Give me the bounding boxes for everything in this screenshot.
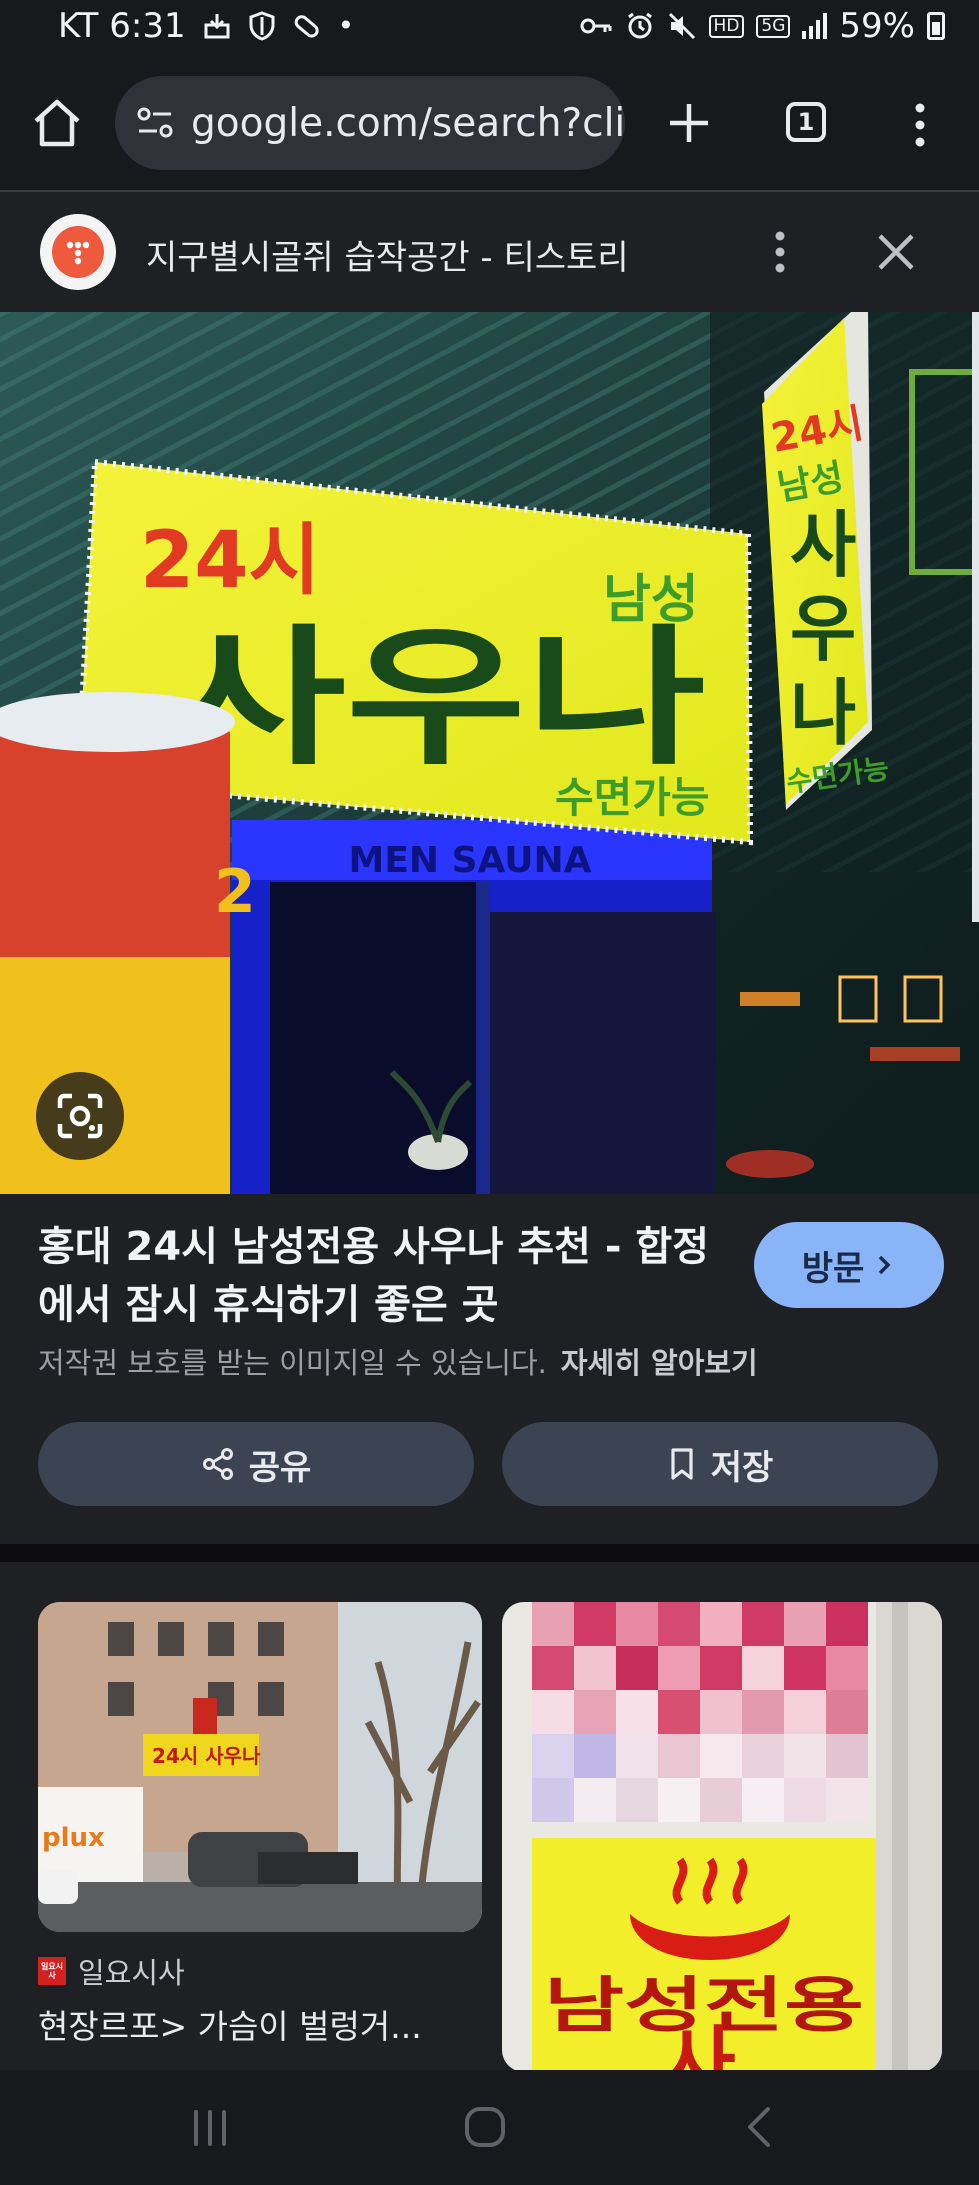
mute-icon [668,12,695,40]
bookmark-icon [671,1448,693,1480]
recent-apps-icon[interactable] [188,2106,232,2150]
battery-icon [927,12,945,40]
url-text[interactable]: google.com/search?clie [191,101,625,146]
page-info-icon[interactable] [135,103,175,143]
svg-text:24시 사우나: 24시 사우나 [152,1744,261,1768]
home-nav-icon[interactable] [462,2104,508,2150]
svg-text:사우나: 사우나 [166,612,706,786]
shield-icon [249,11,275,41]
5g-badge: 5G [756,14,791,38]
save-button[interactable]: 저장 [502,1422,938,1506]
site-title: 지구별시골쥐 습작공간 - 티스토리 [146,238,629,278]
preview-image[interactable]: MEN SAUNA 24시 남성 사우나 수면가능 24시 남성 사 우 나 수… [0,312,979,1194]
source-logo: 일요시사 [38,1957,66,1985]
browser-toolbar: google.com/search?clie 1 [0,58,979,190]
result-title[interactable]: 홍대 24시 남성전용 사우나 추천 - 합정에서 잠시 휴식하기 좋은 곳 [38,1218,718,1334]
tab-count: 1 [797,108,815,136]
close-icon[interactable] [872,228,920,276]
address-bar[interactable]: google.com/search?clie [115,76,625,170]
related-source-1[interactable]: 일요시사 일요시사 [38,1950,185,1992]
tab-switcher-button[interactable]: 1 [786,102,826,142]
chevron-right-icon [879,1255,891,1275]
copyright-text: 저작권 보호를 받는 이미지일 수 있습니다. [38,1346,547,1380]
tistory-logo-icon [66,241,90,265]
section-divider [0,1544,979,1562]
street-photo: 24시 사우나 plux [38,1602,482,1932]
source-name: 일요시사 [78,1956,185,1990]
learn-more-link[interactable]: 자세히 알아보기 [561,1346,758,1380]
home-icon[interactable] [28,94,86,152]
image-viewer-header: 지구별시골쥐 습작공간 - 티스토리 [0,192,979,312]
svg-text:수면가능: 수면가능 [555,773,710,822]
sauna-photo: MEN SAUNA 24시 남성 사우나 수면가능 24시 남성 사 우 나 수… [0,312,979,1194]
signal-icon [802,13,828,39]
google-lens-button[interactable] [36,1072,124,1160]
related-image-2[interactable]: 남성전용 사 [502,1602,942,2072]
options-icon[interactable] [768,228,792,276]
related-title-1[interactable]: 현장르포> 가슴이 벌렁거... [38,2000,422,2048]
back-nav-icon[interactable] [740,2104,780,2150]
share-button[interactable]: 공유 [38,1422,474,1506]
save-label: 저장 [710,1447,774,1488]
pixelated-sign-photo: 남성전용 사 [502,1602,942,2072]
new-tab-icon[interactable] [662,96,716,150]
lens-icon [57,1093,103,1139]
share-icon [202,1448,233,1480]
status-bar: KT 6:31 • HD 5G 59% [0,0,979,58]
related-image-1[interactable]: 24시 사우나 plux [38,1602,482,1932]
visit-label: 방문 [801,1248,865,1289]
svg-text:사: 사 [790,503,856,587]
carrier-time: KT 6:31 [58,6,186,46]
svg-text:나: 나 [790,671,856,755]
svg-text:24시: 24시 [140,516,320,606]
download-icon [204,14,230,39]
pill-icon [294,15,319,38]
hd-badge: HD [708,14,745,38]
svg-text:우: 우 [790,587,856,671]
system-nav-bar [0,2070,979,2185]
svg-text:2: 2 [214,857,256,927]
more-menu-icon[interactable] [908,100,932,150]
share-label: 공유 [248,1447,312,1488]
battery-percent: 59% [839,6,915,46]
svg-text:사: 사 [662,2018,736,2072]
site-favicon [40,214,116,290]
key-icon [580,18,612,34]
svg-text:MEN SAUNA: MEN SAUNA [349,840,592,881]
svg-text:plux: plux [42,1823,105,1853]
copyright-notice: 저작권 보호를 받는 이미지일 수 있습니다. 자세히 알아보기 [38,1340,758,1382]
dot-icon: • [337,9,355,42]
visit-button[interactable]: 방문 [754,1222,944,1308]
alarm-icon [627,12,652,39]
